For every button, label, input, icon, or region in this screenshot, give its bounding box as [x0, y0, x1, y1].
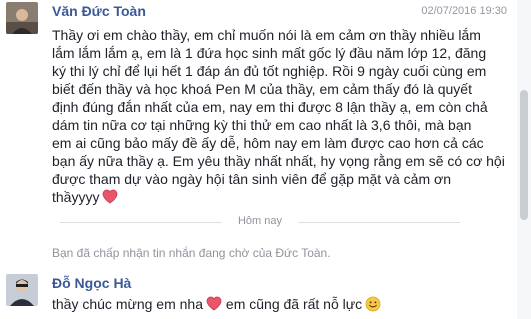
divider-label-text: Hôm nay [229, 215, 291, 227]
message-item: Đỗ Ngọc Hà thầy chúc mừng em nha em cũng… [0, 274, 515, 319]
scrollbar-thumb[interactable] [520, 90, 528, 220]
message-text-part: em cũng đã rất nỗ lực [225, 296, 363, 312]
message-thread: Văn Đức Toàn 02/07/2016 19:30 Thầy ơi em… [0, 0, 531, 319]
divider-label: Hôm nay [60, 215, 460, 227]
system-note: Bạn đã chấp nhận tin nhắn đang chờ của Đ… [52, 246, 331, 260]
avatar[interactable] [6, 274, 38, 306]
message-text-content: Thầy ơi em chào thầy, em chỉ muốn nói là… [52, 27, 505, 205]
message-item: Văn Đức Toàn 02/07/2016 19:30 Thầy ơi em… [0, 2, 515, 205]
date-divider: Hôm nay [60, 215, 460, 229]
heart-icon [206, 296, 222, 315]
heart-icon [102, 189, 118, 208]
avatar[interactable] [6, 2, 38, 34]
smile-icon [365, 296, 381, 316]
message-text: Thầy ơi em chào thầy, em chỉ muốn nói là… [52, 26, 507, 208]
message-text-part: thầy chúc mừng em nha [52, 296, 204, 312]
sender-name[interactable]: Đỗ Ngọc Hà [52, 275, 131, 291]
scrollbar-track[interactable] [517, 0, 531, 319]
sender-name[interactable]: Văn Đức Toàn [52, 3, 146, 19]
message-text: thầy chúc mừng em nha em cũng đã rất nỗ … [52, 295, 507, 316]
message-timestamp: 02/07/2016 19:30 [421, 5, 507, 17]
